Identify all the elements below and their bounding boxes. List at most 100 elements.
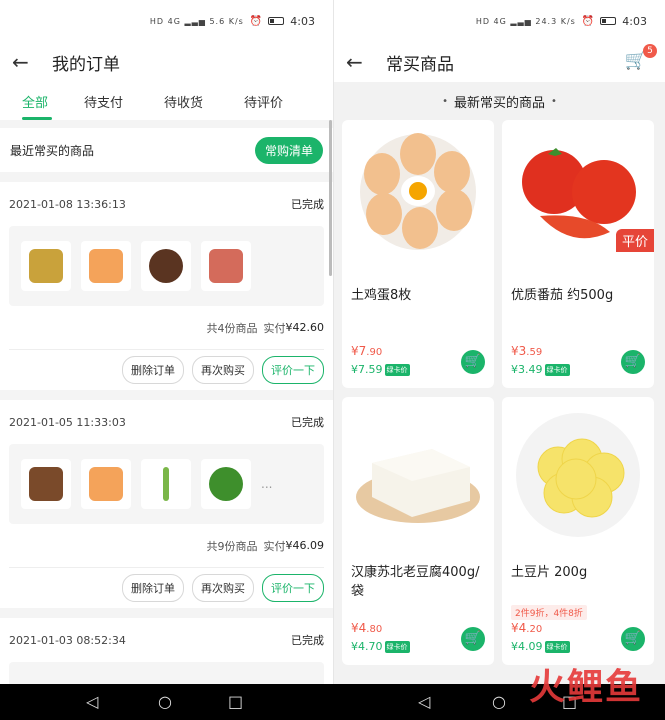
add-to-cart-icon[interactable]: 🛒 — [461, 627, 485, 651]
order-status: 已完成 — [291, 634, 324, 647]
recent-frequent-row[interactable]: 最近常买的商品 常购清单 — [0, 128, 333, 172]
order-thumbnails[interactable]: ... — [9, 444, 324, 524]
frequent-header: ← 常买商品 🛒 5 — [334, 42, 665, 82]
product-thumbnail — [141, 241, 191, 291]
signal-indicator: HD 4G ▂▃▅ 24.3 K/s — [475, 16, 576, 26]
order-card[interactable]: 2021-01-03 08:52:34 已完成 — [0, 618, 333, 684]
scrollbar[interactable] — [329, 120, 332, 276]
member-price-badge: 绿卡价 — [544, 363, 570, 376]
rebuy-button[interactable]: 再次购买 — [192, 356, 254, 384]
status-bar: HD 4G ▂▃▅ 5.6 K/s ⏰ 4:03 — [0, 0, 333, 42]
order-card[interactable]: 2021-01-05 11:33:03 已完成 ... 共9份商品 实付 ¥46.… — [0, 400, 333, 608]
nav-recents-icon[interactable]: □ — [228, 692, 243, 711]
battery-icon — [600, 17, 617, 25]
alarm-icon: ⏰ — [581, 15, 595, 27]
product-thumbnail — [201, 459, 251, 509]
product-card[interactable]: 土豆片 200g 2件9折，4件8折 ¥4.20 ¥4.09 绿卡价 🛒 — [502, 397, 654, 665]
product-name: 优质番茄 约500g — [511, 288, 614, 303]
back-arrow-icon[interactable]: ← — [12, 50, 36, 74]
product-thumbnail — [81, 241, 131, 291]
order-status: 已完成 — [291, 416, 324, 429]
member-price: ¥4.09 绿卡价 — [511, 640, 570, 653]
delete-order-button[interactable]: 删除订单 — [122, 356, 184, 384]
active-tab-indicator — [22, 117, 52, 120]
product-thumbnail — [21, 459, 71, 509]
tomato-image: 平价 — [502, 120, 654, 270]
frequent-list-button[interactable]: 常购清单 — [254, 136, 323, 164]
order-time: 2021-01-08 13:36:13 — [9, 197, 126, 211]
product-thumbnail — [21, 241, 71, 291]
product-price: ¥4.20 — [511, 621, 543, 635]
member-price-badge: 绿卡价 — [544, 640, 570, 653]
product-grid: 土鸡蛋8枚 ¥7.90 ¥7.59 绿卡价 🛒 平价 优质番茄 约500g ¥3.… — [334, 120, 665, 665]
nav-home-icon[interactable]: ○ — [158, 692, 172, 711]
member-price-badge: 绿卡价 — [384, 640, 410, 653]
order-card[interactable]: 2021-01-08 13:36:13 已完成 共4份商品 实付 ¥42.60 删… — [0, 182, 333, 390]
page-title: 常买商品 — [386, 54, 454, 75]
section-title-text: 最新常买的商品 — [453, 95, 545, 111]
add-to-cart-icon[interactable]: 🛒 — [621, 627, 645, 651]
clock: 4:03 — [290, 14, 315, 28]
tofu-image — [342, 397, 494, 547]
tab-pending-receipt[interactable]: 待收货 — [164, 92, 244, 111]
review-button[interactable]: 评价一下 — [262, 356, 324, 384]
product-thumbnail — [141, 459, 191, 509]
delete-order-button[interactable]: 删除订单 — [122, 574, 184, 602]
nav-back-icon[interactable]: ◁ — [418, 692, 430, 711]
member-price-badge: 绿卡价 — [384, 363, 410, 376]
paid-amount: ¥46.09 — [285, 539, 325, 552]
status-bar: HD 4G ▂▃▅ 24.3 K/s ⏰ 4:03 — [334, 0, 665, 42]
order-time: 2021-01-05 11:33:03 — [9, 415, 126, 429]
nav-back-icon[interactable]: ◁ — [86, 692, 98, 711]
member-price: ¥7.59 绿卡价 — [351, 363, 410, 376]
recent-frequent-label: 最近常买的商品 — [10, 143, 95, 158]
section-title: • 最新常买的商品 • — [334, 82, 665, 120]
product-card[interactable]: 土鸡蛋8枚 ¥7.90 ¥7.59 绿卡价 🛒 — [342, 120, 494, 388]
rebuy-button[interactable]: 再次购买 — [192, 574, 254, 602]
order-thumbnails[interactable] — [9, 226, 324, 306]
item-count: 共9份商品 — [206, 539, 258, 553]
product-thumbnail — [201, 241, 251, 291]
watermark-logo: 火鲤鱼 — [528, 666, 643, 708]
orders-header: ← 我的订单 — [0, 42, 333, 82]
product-card[interactable]: 平价 优质番茄 约500g ¥3.59 ¥3.49 绿卡价 🛒 — [502, 120, 654, 388]
page-title: 我的订单 — [52, 54, 120, 75]
promotion-tag: 2件9折，4件8折 — [511, 605, 587, 620]
product-price: ¥4.80 — [351, 621, 383, 635]
more-items-ellipsis: ... — [261, 477, 273, 491]
item-count: 共4份商品 — [206, 321, 258, 335]
paid-amount: ¥42.60 — [285, 321, 325, 334]
potato-slices-image — [502, 397, 654, 547]
product-card[interactable]: 汉康苏北老豆腐400g/袋 ¥4.80 ¥4.70 绿卡价 🛒 — [342, 397, 494, 665]
tab-all[interactable]: 全部 — [22, 92, 84, 111]
product-price: ¥3.59 — [511, 344, 543, 358]
review-button[interactable]: 评价一下 — [262, 574, 324, 602]
product-name: 土鸡蛋8枚 — [351, 288, 412, 303]
alarm-icon: ⏰ — [249, 15, 263, 27]
egg-image — [342, 120, 494, 270]
order-status: 已完成 — [291, 198, 324, 211]
add-to-cart-icon[interactable]: 🛒 — [461, 350, 485, 374]
tab-pending-review[interactable]: 待评价 — [244, 92, 324, 111]
add-to-cart-icon[interactable]: 🛒 — [621, 350, 645, 374]
orders-screen: HD 4G ▂▃▅ 5.6 K/s ⏰ 4:03 ← 我的订单 全部 待支付 待… — [0, 0, 333, 684]
cart-count-badge: 5 — [643, 44, 657, 58]
clock: 4:03 — [622, 14, 647, 28]
product-price: ¥7.90 — [351, 344, 383, 358]
member-price: ¥4.70 绿卡价 — [351, 640, 410, 653]
frequent-screen: HD 4G ▂▃▅ 24.3 K/s ⏰ 4:03 ← 常买商品 🛒 5 • 最… — [333, 0, 665, 684]
order-tabs: 全部 待支付 待收货 待评价 — [0, 82, 333, 120]
product-thumbnail — [81, 459, 131, 509]
back-arrow-icon[interactable]: ← — [346, 50, 370, 74]
member-price: ¥3.49 绿卡价 — [511, 363, 570, 376]
nav-home-icon[interactable]: ○ — [492, 692, 506, 711]
flat-price-tag: 平价 — [615, 229, 654, 252]
order-time: 2021-01-03 08:52:34 — [9, 633, 126, 647]
order-thumbnails[interactable] — [9, 662, 324, 684]
tab-pending-payment[interactable]: 待支付 — [84, 92, 164, 111]
paid-label: 实付 — [263, 321, 286, 335]
battery-icon — [268, 17, 285, 25]
signal-indicator: HD 4G ▂▃▅ 5.6 K/s — [149, 16, 244, 26]
screens: HD 4G ▂▃▅ 5.6 K/s ⏰ 4:03 ← 我的订单 全部 待支付 待… — [0, 0, 665, 684]
product-name: 汉康苏北老豆腐400g/袋 — [351, 565, 480, 599]
